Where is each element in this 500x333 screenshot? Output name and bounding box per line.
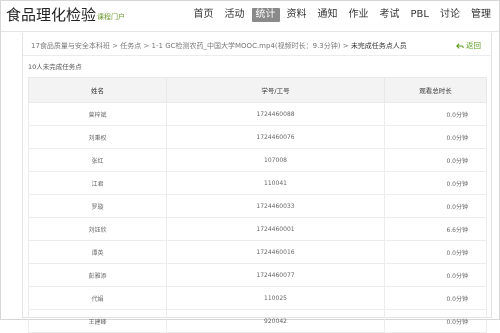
column-header-name: 姓名 [28, 77, 167, 103]
main-content: 17食品质量与安全本科班 > 任务点 > 1-1 GC检测农药_中国大学MOOC… [22, 33, 492, 333]
cell-name: 刘秉权 [28, 125, 167, 149]
table-row: 罗璇 1724460033 0.0分钟 [28, 194, 487, 218]
course-brand[interactable]: 食品理化检验 课程门户 [6, 6, 125, 24]
cell-watch-time: 0.0分钟 [384, 263, 487, 287]
table-row: 谭英 1724460016 0.0分钟 [28, 240, 487, 264]
unfinished-summary: 10人未完成任务点 [28, 63, 82, 71]
cell-watch-time: 0.0分钟 [384, 194, 487, 218]
window-frame: 食品理化检验 课程门户 首页 活动 统计 资料 通知 作业 考试 PBL 讨论 管理 17食品质量… [0, 0, 500, 333]
column-header-watch-time: 观看总时长 [384, 77, 487, 103]
top-nav: 首页 活动 统计 资料 通知 作业 考试 PBL 讨论 管理 [187, 8, 495, 22]
cell-student-id: 1724460033 [166, 194, 385, 218]
cell-student-id: 1724460016 [166, 240, 385, 264]
nav-item[interactable]: 活动 [221, 8, 249, 22]
nav-item[interactable]: 讨论 [436, 8, 464, 22]
course-title: 食品理化检验 [6, 6, 97, 24]
table-row: 刘秉权 1724460076 0.0分钟 [28, 125, 487, 149]
cell-watch-time: 0.0分钟 [384, 125, 487, 149]
table-row: 江君 110041 0.0分钟 [28, 171, 487, 195]
cell-name: 罗璇 [28, 194, 167, 218]
nav-item[interactable]: 资料 [283, 8, 311, 22]
breadcrumb-current: 未完成任务点人员 [350, 42, 407, 50]
header-divider [1, 31, 499, 32]
cell-student-id: 110041 [166, 171, 385, 195]
nav-item[interactable]: 首页 [190, 8, 218, 22]
unfinished-students-table: 姓名 学号/工号 观看总时长 曾梓斌 1724460088 0.0分钟 刘秉权 1724… [28, 77, 487, 333]
cell-watch-time: 0.0分钟 [384, 171, 487, 195]
cell-name: 江君 [28, 171, 167, 195]
table-body: 曾梓斌 1724460088 0.0分钟 刘秉权 1724460076 0.0分钟 张红 10… [28, 102, 487, 333]
back-label: 返回 [466, 41, 481, 50]
cell-name: 代娟 [28, 286, 167, 310]
cell-student-id: 107008 [166, 148, 385, 172]
table-row: 张红 107008 0.0分钟 [28, 148, 487, 172]
nav-item[interactable]: 作业 [345, 8, 373, 22]
cell-watch-time: 0.0分钟 [384, 240, 487, 264]
cell-name: 张红 [28, 148, 167, 172]
nav-item[interactable]: 管理 [467, 8, 495, 22]
cell-student-id: 1724460088 [166, 102, 385, 126]
cell-student-id: 1724460077 [166, 263, 385, 287]
back-arrow-icon [456, 42, 464, 49]
header: 食品理化检验 课程门户 首页 活动 统计 资料 通知 作业 考试 PBL 讨论 管理 [1, 1, 499, 31]
nav-item[interactable]: 考试 [376, 8, 404, 22]
cell-name: 曾梓斌 [28, 102, 167, 126]
cell-student-id: 110025 [166, 286, 385, 310]
breadcrumb-path[interactable]: 17食品质量与安全本科班 > 任务点 > 1-1 GC检测农药_中国大学MOOC… [31, 42, 351, 50]
cell-student-id: 920042 [166, 309, 385, 333]
table-row: 刘钰欣 1724460001 6.6分钟 [28, 217, 487, 241]
breadcrumb-divider [23, 55, 491, 56]
course-portal-label: 课程门户 [97, 13, 126, 21]
column-header-id: 学号/工号 [166, 77, 385, 103]
cell-watch-time: 0.0分钟 [384, 309, 487, 333]
breadcrumb: 17食品质量与安全本科班 > 任务点 > 1-1 GC检测农药_中国大学MOOC… [31, 41, 451, 51]
cell-student-id: 1724460001 [166, 217, 385, 241]
cell-name: 谭英 [28, 240, 167, 264]
cell-watch-time: 0.0分钟 [384, 286, 487, 310]
cell-watch-time: 0.0分钟 [384, 148, 487, 172]
cell-watch-time: 6.6分钟 [384, 217, 487, 241]
table-row: 王建峰 920042 0.0分钟 [28, 309, 487, 333]
table-row: 代娟 110025 0.0分钟 [28, 286, 487, 310]
table-row: 曾梓斌 1724460088 0.0分钟 [28, 102, 487, 126]
cell-watch-time: 0.0分钟 [384, 102, 487, 126]
nav-item[interactable]: 通知 [314, 8, 342, 22]
nav-item[interactable]: 统计 [251, 8, 280, 22]
table-row: 彭雅添 1724460077 0.0分钟 [28, 263, 487, 287]
table-header-row: 姓名 学号/工号 观看总时长 [28, 77, 487, 103]
cell-name: 刘钰欣 [28, 217, 167, 241]
nav-item[interactable]: PBL [407, 8, 433, 22]
cell-name: 彭雅添 [28, 263, 167, 287]
cell-student-id: 1724460076 [166, 125, 385, 149]
cell-name: 王建峰 [28, 309, 167, 333]
back-button[interactable]: 返回 [456, 40, 481, 51]
